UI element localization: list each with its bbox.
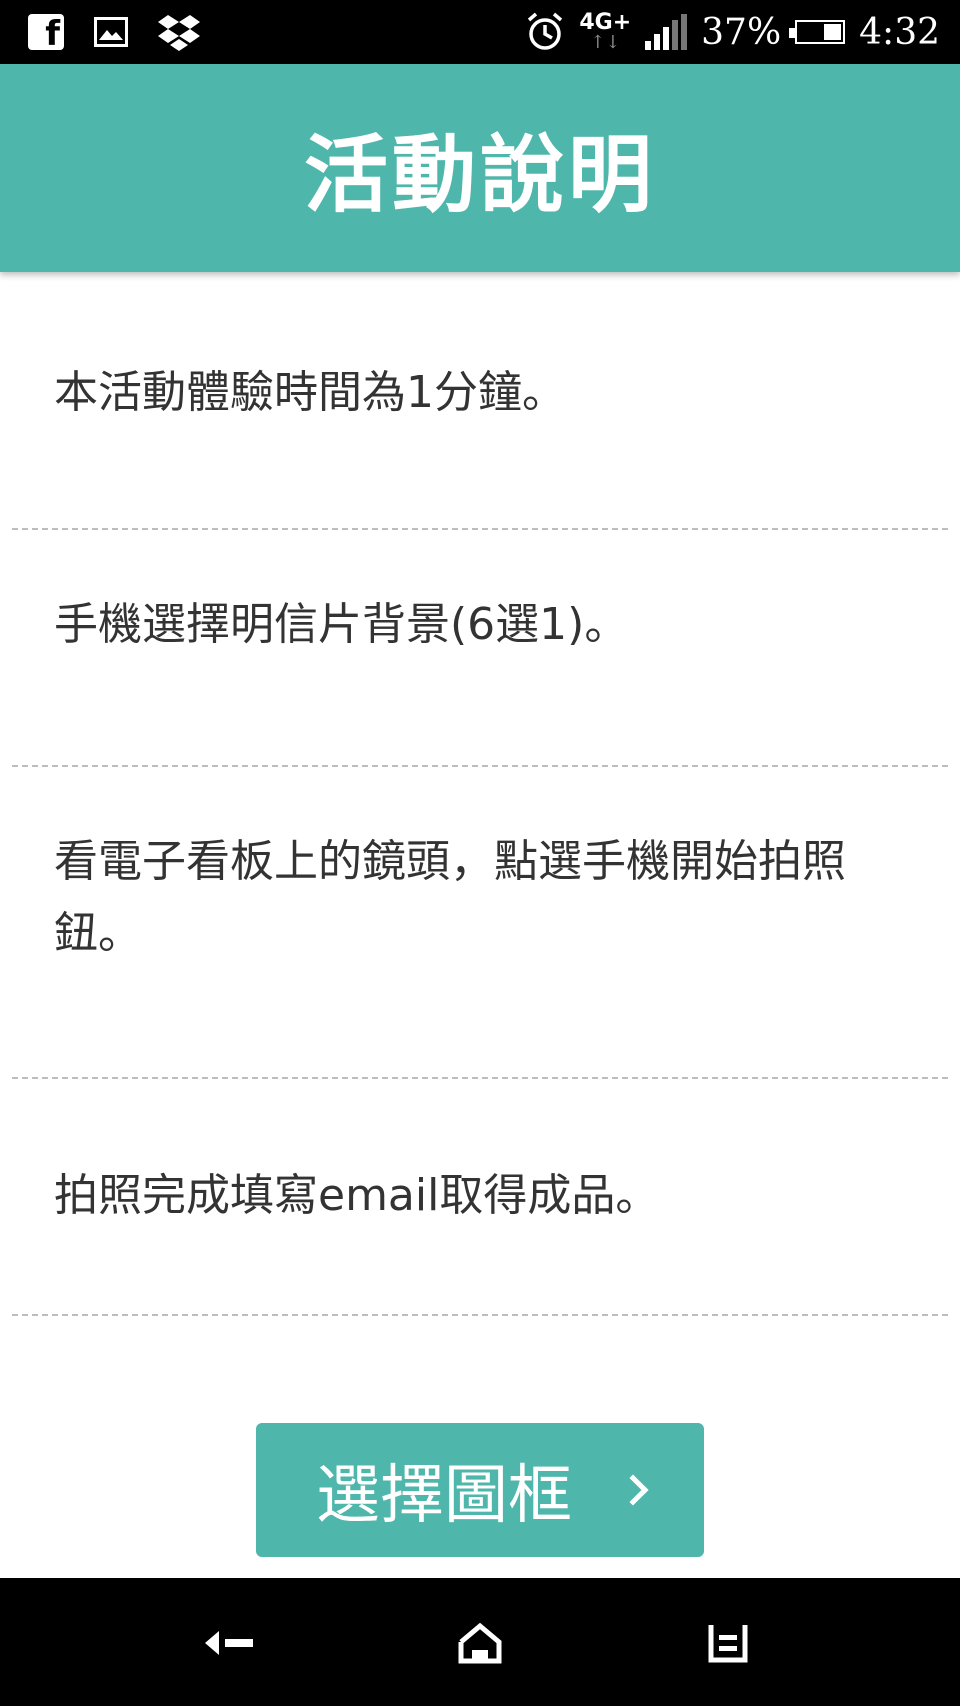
navigation-bar [0,1578,960,1706]
dropbox-icon [158,15,200,51]
divider [12,1314,948,1316]
instruction-text: 拍照完成填寫email取得成品。 [54,1170,660,1221]
list-item: 看電子看板上的鏡頭，點選手機開始拍照鈕。 [0,767,960,1079]
data-arrows-icon: ↑↓ [590,32,621,53]
recent-apps-icon [708,1625,748,1663]
system-indicators: 4G+ ↑↓ 37% 4:32 [525,8,940,56]
image-icon [94,17,128,47]
clock: 4:32 [859,11,940,53]
network-type-label: 4G+ [579,10,632,35]
battery-level-fill [824,24,842,40]
instruction-text: 看電子看板上的鏡頭，點選手機開始拍照鈕。 [54,836,846,959]
app-header: 活動說明 [0,64,960,272]
instruction-text: 本活動體驗時間為1分鐘。 [54,367,566,418]
signal-icon [645,14,688,50]
battery-percent: 37% [701,11,782,53]
recent-apps-button[interactable] [693,1608,763,1678]
battery-icon [789,20,846,44]
chevron-right-icon [617,1474,649,1506]
home-button[interactable] [445,1608,515,1678]
instructions-list: 本活動體驗時間為1分鐘。 手機選擇明信片背景(6選1)。 看電子看板上的鏡頭，點… [0,272,960,1316]
facebook-icon: f [28,14,64,50]
list-item: 手機選擇明信片背景(6選1)。 [0,530,960,767]
select-frame-button[interactable]: 選擇圖框 [256,1423,704,1557]
list-item: 拍照完成填寫email取得成品。 [0,1079,960,1316]
notification-icons: f [28,12,200,52]
alarm-icon [528,12,563,50]
page-title: 活動說明 [303,125,656,224]
select-frame-button-label: 選擇圖框 [316,1459,572,1533]
network-indicator: 4G+ ↑↓ [579,12,631,52]
home-icon [458,1622,502,1664]
back-button[interactable] [196,1608,266,1678]
instruction-text: 手機選擇明信片背景(6選1)。 [54,599,629,650]
back-icon [205,1631,253,1655]
list-item: 本活動體驗時間為1分鐘。 [0,272,960,530]
status-bar: f 4G+ ↑↓ 37% 4:32 [0,0,960,64]
